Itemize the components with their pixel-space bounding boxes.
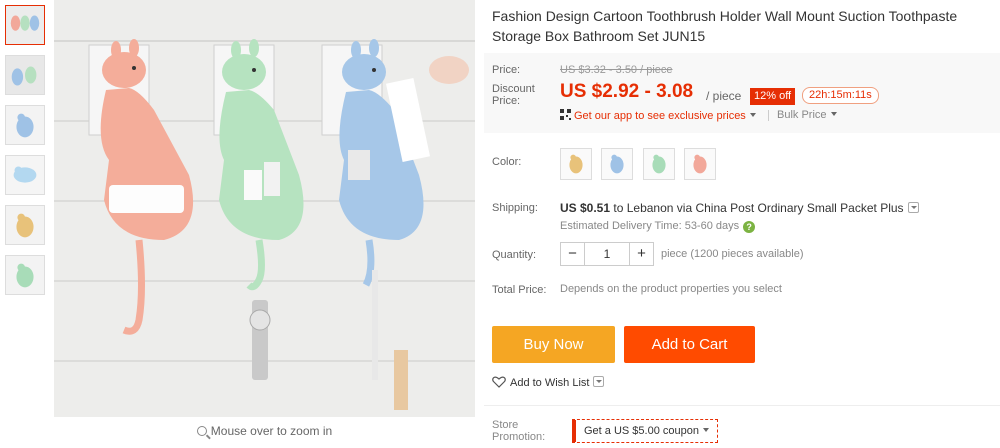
original-price: US $3.32 - 3.50 / piece [560,64,673,76]
shipping-destination: to Lebanon via China Post Ordinary Small… [613,201,904,215]
store-promotion-label: Store Promotion: [492,419,545,443]
delivery-estimate: Estimated Delivery Time: 53-60 days? [560,220,756,233]
heart-icon [492,376,506,388]
price-unit: / piece [706,89,742,103]
app-offer-link[interactable]: Get our app to see exclusive prices [560,109,756,122]
store-promotion-label-1: Store [492,419,519,431]
color-swatch-orange[interactable] [560,148,592,180]
discount-label-2: Price: [492,95,521,107]
shipping-label: Shipping: [492,202,538,214]
price-label: Price: [492,64,521,76]
discount-label-1: Discount [492,83,535,95]
bulk-price-dropdown[interactable]: Bulk Price [777,109,837,121]
thumbnail-list [5,5,47,305]
shipping-cost: US $0.51 [560,201,611,215]
thumbnail-6[interactable] [5,255,45,295]
zoom-hint: Mouse over to zoom in [54,420,475,442]
shipping-info: US $0.51 to Lebanon via China Post Ordin… [560,201,919,215]
delivery-estimate-text: Estimated Delivery Time: 53-60 days [560,220,740,232]
add-to-wishlist-link[interactable]: Add to Wish List [492,376,605,389]
divider [768,110,769,121]
countdown-timer: 22h:15m:11s [802,87,879,104]
main-product-image[interactable] [54,0,475,417]
divider [484,405,1000,406]
total-price-label: Total Price: [492,284,547,296]
chevron-down-icon [749,113,756,117]
qr-code-icon [560,109,571,120]
quantity-increase-button[interactable]: + [629,243,653,265]
quantity-stepper: − 1 + [560,242,654,266]
price-box: Price: US $3.32 - 3.50 / piece Discount … [484,53,1000,133]
thumbnail-4[interactable] [5,155,45,195]
help-icon[interactable]: ? [743,221,756,233]
product-detail-panel: Fashion Design Cartoon Toothbrush Holder… [484,0,1000,448]
bulk-price-text: Bulk Price [777,109,827,121]
color-swatch-blue[interactable] [601,148,634,180]
shipping-dropdown-icon[interactable] [907,202,919,213]
product-title: Fashion Design Cartoon Toothbrush Holder… [492,8,958,44]
quantity-input[interactable]: 1 [585,243,629,265]
chevron-down-icon [702,428,709,432]
color-swatch-green[interactable] [642,148,675,180]
total-price-value: Depends on the product properties you se… [560,283,782,295]
wishlist-dropdown-icon[interactable] [593,376,605,387]
quantity-availability: piece (1200 pieces available) [661,248,804,260]
wishlist-text: Add to Wish List [510,377,590,389]
thumbnail-5[interactable] [5,205,45,245]
quantity-label: Quantity: [492,249,537,261]
magnifier-icon [196,426,207,436]
discount-price: US $2.92 - 3.08 [560,81,694,102]
color-options [560,148,721,180]
zoom-hint-text: Mouse over to zoom in [210,424,333,438]
quantity-decrease-button[interactable]: − [561,243,585,265]
store-promotion-label-2: Promotion: [492,431,546,443]
buy-now-button[interactable]: Buy Now [492,326,615,363]
thumbnail-1[interactable] [5,5,45,45]
coupon-dropdown[interactable]: Get a US $5.00 coupon [572,419,718,443]
app-offer-text: Get our app to see exclusive prices [574,110,746,122]
coupon-text: Get a US $5.00 coupon [584,425,699,437]
discount-badge: 12% off [750,88,796,105]
add-to-cart-button[interactable]: Add to Cart [624,326,755,363]
color-label: Color: [492,156,522,168]
thumbnail-3[interactable] [5,105,45,145]
color-swatch-pink[interactable] [684,148,717,180]
thumbnail-2[interactable] [5,55,45,95]
chevron-down-icon [830,112,837,116]
